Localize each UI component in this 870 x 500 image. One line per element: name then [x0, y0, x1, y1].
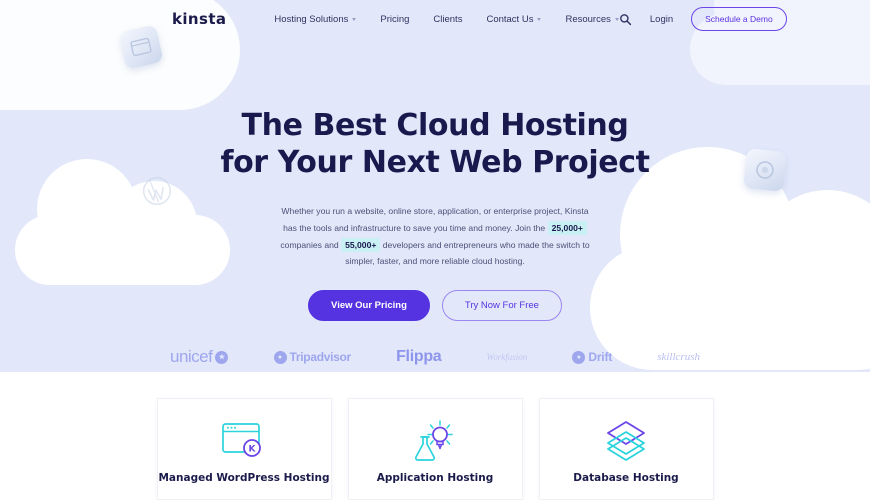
client-logo-label: unicef	[170, 347, 213, 367]
card-application-hosting[interactable]: Application Hosting	[347, 398, 523, 500]
landing-page: kinsta Hosting Solutions Pricing Clients…	[0, 0, 870, 500]
stacked-layers-icon	[604, 416, 648, 466]
tripadvisor-owl-icon: ●	[273, 350, 287, 364]
main-navigation: kinsta Hosting Solutions Pricing Clients…	[0, 0, 870, 38]
client-logo-strip: unicef ★ ● Tripadvisor Flippa Workfusion…	[0, 347, 870, 367]
client-logo-workfusion[interactable]: Workfusion	[487, 352, 528, 362]
headline-line-2: for Your Next Web Project	[220, 144, 650, 180]
nav-item-resources[interactable]: Resources	[565, 13, 619, 25]
client-logo-label: skillcrush	[657, 351, 700, 364]
chevron-down-icon	[352, 18, 357, 21]
paragraph-part-3: developers and entrepreneurs who made th…	[345, 239, 590, 267]
login-link[interactable]: Login	[650, 14, 673, 25]
client-logo-flippa[interactable]: Flippa	[396, 348, 442, 366]
chevron-down-icon	[537, 18, 542, 21]
nav-actions: Login Schedule a Demo	[619, 7, 787, 31]
card-database-hosting[interactable]: Database Hosting	[538, 398, 714, 500]
client-logo-label: Workfusion	[486, 352, 528, 363]
unicef-globe-icon: ★	[215, 350, 229, 364]
client-logo-label: Tripadvisor	[289, 350, 352, 365]
search-icon[interactable]	[619, 13, 632, 26]
card-title: Managed WordPress Hosting	[158, 472, 330, 484]
hero-content: The Best Cloud Hosting for Your Next Web…	[0, 38, 870, 367]
card-managed-wordpress-hosting[interactable]: K Managed WordPress Hosting	[156, 398, 332, 500]
client-logo-skillcrush[interactable]: skillcrush	[657, 351, 700, 363]
hero-paragraph: Whether you run a website, online store,…	[275, 203, 595, 270]
client-logo-unicef[interactable]: unicef ★	[170, 347, 229, 367]
card-title: Database Hosting	[573, 472, 679, 484]
hero-section: kinsta Hosting Solutions Pricing Clients…	[0, 0, 870, 372]
nav-label: Hosting Solutions	[274, 13, 349, 25]
client-logo-tripadvisor[interactable]: ● Tripadvisor	[273, 350, 352, 365]
nav-item-clients[interactable]: Clients	[433, 14, 462, 25]
hosting-cards-row: K Managed WordPress Hosting Application …	[0, 398, 870, 500]
nav-label: Clients	[433, 13, 463, 25]
nav-item-pricing[interactable]: Pricing	[380, 14, 409, 25]
nav-label: Resources	[565, 13, 611, 25]
nav-item-hosting-solutions[interactable]: Hosting Solutions	[274, 13, 357, 25]
client-logo-label: Drift	[588, 350, 613, 365]
logo-text: kinsta	[172, 10, 227, 28]
client-logo-drift[interactable]: ● Drift	[572, 350, 612, 364]
stat-developers: 55,000+	[341, 237, 381, 252]
browser-window-kinsta-icon: K	[221, 416, 267, 466]
kinsta-logo[interactable]: kinsta	[172, 10, 226, 28]
schedule-demo-button[interactable]: Schedule a Demo	[691, 7, 787, 31]
view-pricing-button[interactable]: View Our Pricing	[308, 290, 430, 322]
client-logo-label: Flippa	[396, 348, 442, 366]
paragraph-part-2: companies and	[280, 239, 339, 250]
stat-companies: 25,000+	[547, 220, 587, 235]
nav-label: Pricing	[380, 13, 410, 25]
paragraph-part-1: Whether you run a website, online store,…	[281, 206, 589, 233]
card-title: Application Hosting	[376, 472, 494, 484]
svg-text:K: K	[249, 445, 257, 455]
lightbulb-flask-icon	[412, 416, 458, 466]
nav-item-contact-us[interactable]: Contact Us	[486, 13, 542, 25]
try-free-button[interactable]: Try Now For Free	[441, 290, 562, 322]
page-title: The Best Cloud Hosting for Your Next Web…	[0, 108, 870, 181]
nav-links: Hosting Solutions Pricing Clients Contac…	[274, 13, 619, 25]
headline-line-1: The Best Cloud Hosting	[241, 108, 629, 143]
drift-mark-icon: ●	[572, 350, 586, 364]
hero-cta-row: View Our Pricing Try Now For Free	[0, 290, 870, 322]
nav-label: Contact Us	[486, 13, 534, 25]
